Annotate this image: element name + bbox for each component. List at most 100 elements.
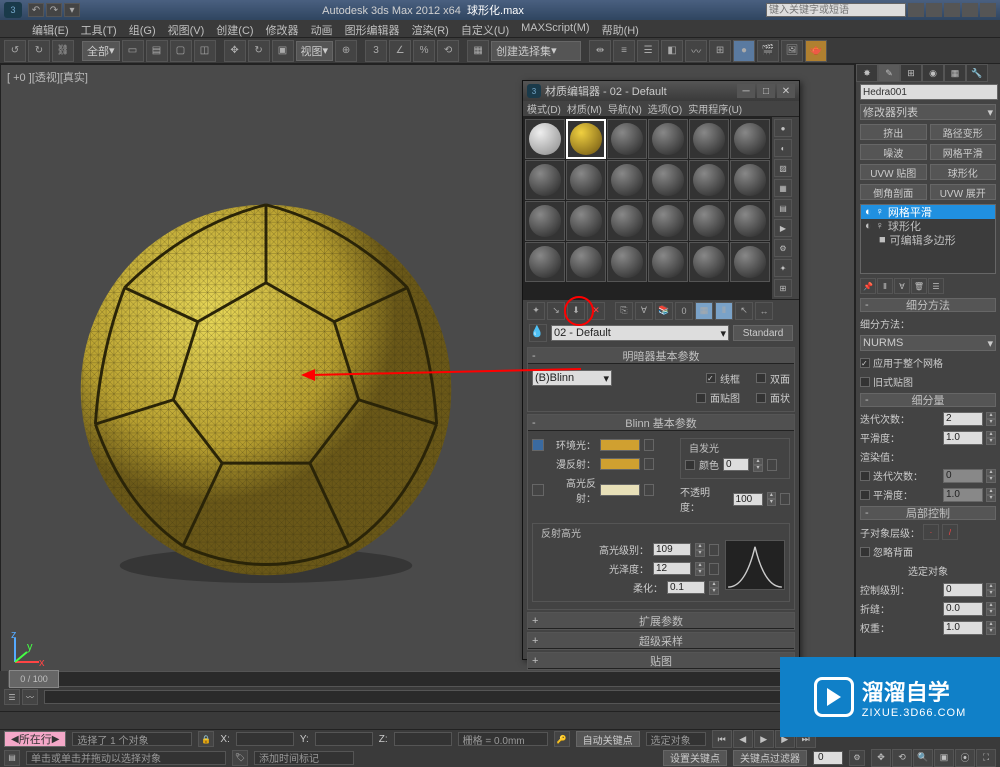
material-slot[interactable] bbox=[648, 160, 688, 200]
me-menu-mode[interactable]: 模式(D) bbox=[527, 101, 561, 116]
lock-selection-icon[interactable]: 🔒 bbox=[198, 731, 214, 747]
curve-editor-icon[interactable]: 〰 bbox=[22, 689, 38, 705]
selfillum-color-check[interactable] bbox=[685, 460, 695, 470]
subobj-vertex-icon[interactable]: · bbox=[923, 524, 939, 540]
ref-coord[interactable]: 视图 ▾ bbox=[296, 41, 334, 61]
menu-edit[interactable]: 编辑(E) bbox=[28, 20, 73, 37]
material-slot[interactable] bbox=[566, 242, 606, 282]
qat-btn[interactable]: ▾ bbox=[64, 3, 80, 17]
material-slot[interactable] bbox=[689, 160, 729, 200]
mod-btn[interactable]: 倒角剖面 bbox=[860, 184, 927, 200]
window-crossing-icon[interactable]: ◫ bbox=[194, 40, 216, 62]
smoothness-field[interactable] bbox=[943, 431, 983, 445]
material-slot[interactable] bbox=[525, 119, 565, 159]
material-slot[interactable] bbox=[607, 160, 647, 200]
object-name-field[interactable] bbox=[860, 84, 998, 100]
mod-btn[interactable]: 噪波 bbox=[860, 144, 927, 160]
selfillum-field[interactable] bbox=[723, 458, 749, 471]
hierarchy-tab-icon[interactable]: ⊞ bbox=[900, 64, 922, 82]
mod-btn[interactable]: UVW 展开 bbox=[930, 184, 997, 200]
me-menu-nav[interactable]: 导航(N) bbox=[608, 101, 642, 116]
material-slot[interactable] bbox=[648, 119, 688, 159]
qat-btn[interactable]: ↷ bbox=[46, 3, 62, 17]
render-frame-icon[interactable]: 🖼 bbox=[781, 40, 803, 62]
soften-field[interactable] bbox=[667, 581, 705, 594]
make-copy-icon[interactable]: ⎘ bbox=[615, 302, 633, 320]
rollup-shader-basic[interactable]: -明暗器基本参数 bbox=[528, 348, 794, 364]
opacity-field[interactable] bbox=[733, 493, 763, 506]
help-search[interactable] bbox=[766, 3, 906, 17]
menu-custom[interactable]: 自定义(U) bbox=[457, 20, 513, 37]
material-slot-selected[interactable] bbox=[566, 119, 606, 159]
material-slot[interactable] bbox=[648, 201, 688, 241]
orbit-icon[interactable]: ⟲ bbox=[892, 749, 912, 767]
control-level-field[interactable] bbox=[943, 583, 983, 597]
percent-snap-icon[interactable]: % bbox=[413, 40, 435, 62]
qat-btn[interactable]: ↶ bbox=[28, 3, 44, 17]
maximize-icon[interactable]: □ bbox=[757, 84, 775, 98]
material-slot[interactable] bbox=[607, 242, 647, 282]
spinner[interactable]: ▴▾ bbox=[986, 602, 996, 616]
utilities-tab-icon[interactable]: 🔧 bbox=[966, 64, 988, 82]
sample-type-icon[interactable]: ● bbox=[774, 119, 792, 137]
diffuse-color[interactable] bbox=[600, 458, 640, 470]
old-map-check[interactable] bbox=[860, 377, 870, 387]
spinner[interactable]: ▴▾ bbox=[767, 492, 777, 506]
script-listener-icon[interactable]: ▤ bbox=[4, 750, 20, 766]
rollup-supersample[interactable]: +超级采样 bbox=[528, 633, 794, 649]
facemap-check[interactable] bbox=[696, 393, 706, 403]
mod-btn[interactable]: 网格平滑 bbox=[930, 144, 997, 160]
opacity-map-btn[interactable] bbox=[780, 493, 790, 505]
close-icon[interactable] bbox=[980, 3, 996, 17]
play-icon[interactable]: ▶ bbox=[754, 730, 774, 748]
time-slider-knob[interactable]: 0 / 100 bbox=[9, 670, 59, 688]
schematic-icon[interactable]: ⊞ bbox=[709, 40, 731, 62]
curve-editor-icon[interactable]: 〰 bbox=[685, 40, 707, 62]
display-tab-icon[interactable]: ▦ bbox=[944, 64, 966, 82]
z-coord[interactable] bbox=[394, 732, 452, 746]
spec-level-map-btn[interactable] bbox=[709, 544, 719, 556]
lock-diffuse-spec[interactable] bbox=[532, 484, 544, 496]
go-parent-icon[interactable]: ↖ bbox=[735, 302, 753, 320]
get-material-icon[interactable]: ✦ bbox=[527, 302, 545, 320]
timeline-config-icon[interactable]: ☰ bbox=[4, 689, 20, 705]
material-slot[interactable] bbox=[648, 242, 688, 282]
ambient-map-btn[interactable] bbox=[644, 439, 654, 451]
make-unique-icon[interactable]: ∀ bbox=[635, 302, 653, 320]
select-rect-icon[interactable]: ▢ bbox=[170, 40, 192, 62]
selfillum-map-btn[interactable] bbox=[767, 459, 777, 471]
material-slot[interactable] bbox=[730, 119, 770, 159]
apply-whole-mesh-check[interactable] bbox=[860, 358, 870, 368]
menu-help[interactable]: 帮助(H) bbox=[598, 20, 643, 37]
angle-snap-icon[interactable]: ∠ bbox=[389, 40, 411, 62]
configure-icon[interactable]: ☰ bbox=[928, 278, 944, 294]
spinner[interactable]: ▴▾ bbox=[986, 621, 996, 635]
material-slot[interactable] bbox=[730, 201, 770, 241]
pin-stack-icon[interactable]: 📌 bbox=[860, 278, 876, 294]
reset-map-icon[interactable]: ✕ bbox=[587, 302, 605, 320]
show-end-icon[interactable]: Ⅱ bbox=[715, 302, 733, 320]
remove-mod-icon[interactable]: 🗑 bbox=[911, 278, 927, 294]
selection-filter[interactable]: 全部 ▾ bbox=[82, 41, 120, 61]
put-to-scene-icon[interactable]: ↘ bbox=[547, 302, 565, 320]
setkey-button[interactable]: 设置关键点 bbox=[663, 750, 727, 766]
modifier-list-dropdown[interactable]: 修改器列表▾ bbox=[860, 104, 996, 120]
material-slot[interactable] bbox=[525, 160, 565, 200]
material-slot[interactable] bbox=[607, 201, 647, 241]
fov-icon[interactable]: ⦿ bbox=[955, 749, 975, 767]
ambient-color[interactable] bbox=[600, 439, 640, 451]
material-slot[interactable] bbox=[566, 160, 606, 200]
time-config-icon[interactable]: ⚙ bbox=[849, 750, 865, 766]
star-icon[interactable] bbox=[926, 3, 942, 17]
weight-field[interactable] bbox=[943, 621, 983, 635]
material-id-icon[interactable]: 0 bbox=[675, 302, 693, 320]
menu-modifiers[interactable]: 修改器 bbox=[262, 20, 303, 37]
mat-map-nav-icon[interactable]: ⊞ bbox=[774, 279, 792, 297]
create-tab-icon[interactable]: ✸ bbox=[856, 64, 878, 82]
material-slot[interactable] bbox=[525, 201, 565, 241]
redo-icon[interactable]: ↻ bbox=[28, 40, 50, 62]
track-bar[interactable] bbox=[44, 690, 829, 704]
rollup-maps[interactable]: +贴图 bbox=[528, 653, 794, 669]
show-map-icon[interactable]: ▦ bbox=[695, 302, 713, 320]
y-coord[interactable] bbox=[315, 732, 373, 746]
